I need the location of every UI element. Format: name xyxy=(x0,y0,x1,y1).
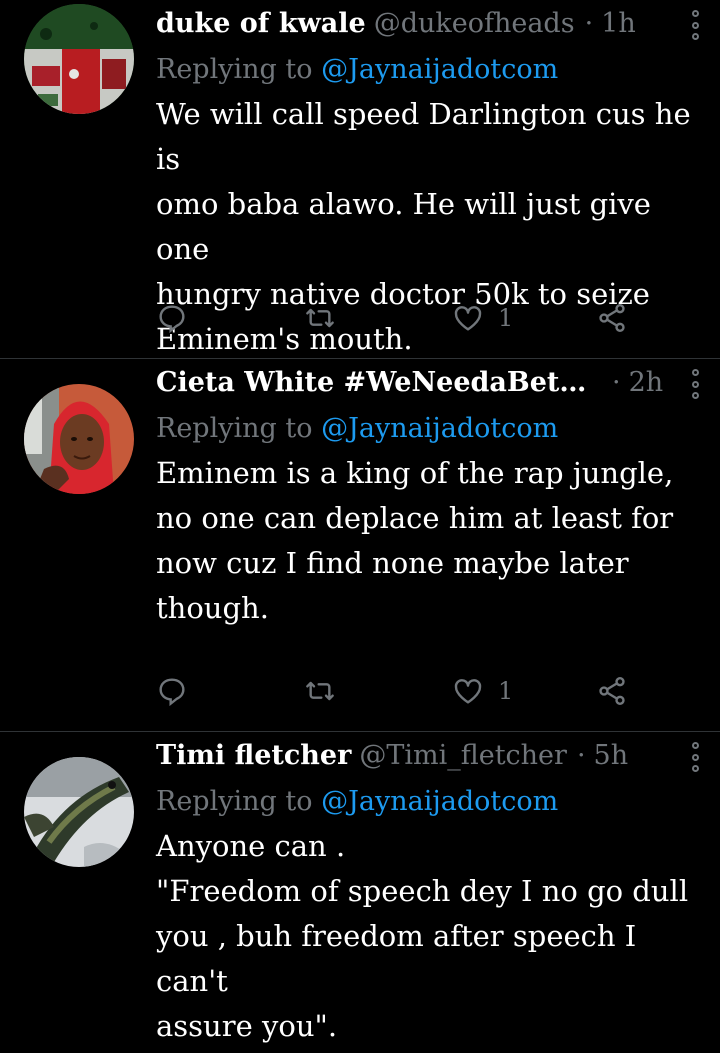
reply-icon xyxy=(159,305,185,334)
avatar[interactable] xyxy=(24,384,134,494)
like-button[interactable]: 1 xyxy=(452,302,513,334)
author-name[interactable]: Timi fletcher xyxy=(156,732,351,780)
replying-prefix: Replying to xyxy=(156,54,322,85)
mention-link[interactable]: @Jaynaijadotcom xyxy=(321,54,558,85)
separator-dot: · xyxy=(612,367,621,398)
retweet-icon xyxy=(306,308,334,328)
like-count: 1 xyxy=(498,677,514,705)
action-bar: 1 xyxy=(156,296,676,340)
author-handle[interactable]: @dukeofheads xyxy=(374,0,575,48)
tweet-3[interactable]: Timi fletcher @Timi_fletcher · 5h Replyi… xyxy=(0,732,720,1053)
retweet-icon xyxy=(306,681,334,701)
more-options-icon[interactable] xyxy=(690,742,700,772)
more-options-icon[interactable] xyxy=(690,369,700,399)
replying-to: Replying to @Jaynaijadotcom xyxy=(156,407,704,451)
more-options-icon[interactable] xyxy=(690,10,700,40)
tweet-1[interactable]: duke of kwale @dukeofheads · 1h Replying… xyxy=(0,0,720,359)
retweet-button[interactable] xyxy=(302,302,338,334)
avatar[interactable] xyxy=(24,4,134,114)
share-button[interactable] xyxy=(596,675,628,707)
author-name[interactable]: duke of kwale xyxy=(156,0,366,48)
author-name[interactable]: Cieta White #WeNeedaBette... xyxy=(156,359,596,407)
heart-icon xyxy=(454,306,482,331)
share-icon xyxy=(599,304,625,332)
mention-link[interactable]: @Jaynaijadotcom xyxy=(321,786,558,817)
avatar[interactable] xyxy=(24,757,134,867)
timestamp[interactable]: 2h xyxy=(629,359,664,407)
heart-icon xyxy=(454,679,482,704)
woman-portrait-avatar-icon xyxy=(24,384,134,494)
replying-prefix: Replying to xyxy=(156,786,322,817)
mention-link[interactable]: @Jaynaijadotcom xyxy=(321,413,558,444)
retweet-button[interactable] xyxy=(302,675,338,707)
reply-button[interactable] xyxy=(156,302,188,334)
share-button[interactable] xyxy=(596,302,628,334)
like-button[interactable]: 1 xyxy=(452,675,513,707)
timestamp[interactable]: 5h xyxy=(594,732,629,780)
reply-icon xyxy=(159,678,185,707)
tweet-text: Anyone can . "Freedom of speech dey I no… xyxy=(156,829,689,1043)
author-handle[interactable]: @Timi_fletcher xyxy=(359,732,567,780)
replying-to: Replying to @Jaynaijadotcom xyxy=(156,780,704,824)
separator-dot: · xyxy=(584,8,594,39)
reply-button[interactable] xyxy=(156,675,188,707)
tweet-text: Eminem is a king of the rap jungle, no o… xyxy=(156,456,674,625)
tweet-2[interactable]: Cieta White #WeNeedaBette... · 2h Replyi… xyxy=(0,359,720,732)
replying-prefix: Replying to xyxy=(156,413,322,444)
replying-to: Replying to @Jaynaijadotcom xyxy=(156,48,704,92)
nigerian-flag-avatar-icon xyxy=(24,4,134,114)
separator-dot: · xyxy=(576,740,586,771)
like-count: 1 xyxy=(498,304,514,332)
timestamp[interactable]: 1h xyxy=(601,0,636,48)
share-icon xyxy=(599,677,625,705)
action-bar: 1 xyxy=(156,669,676,713)
fish-avatar-icon xyxy=(24,757,134,867)
